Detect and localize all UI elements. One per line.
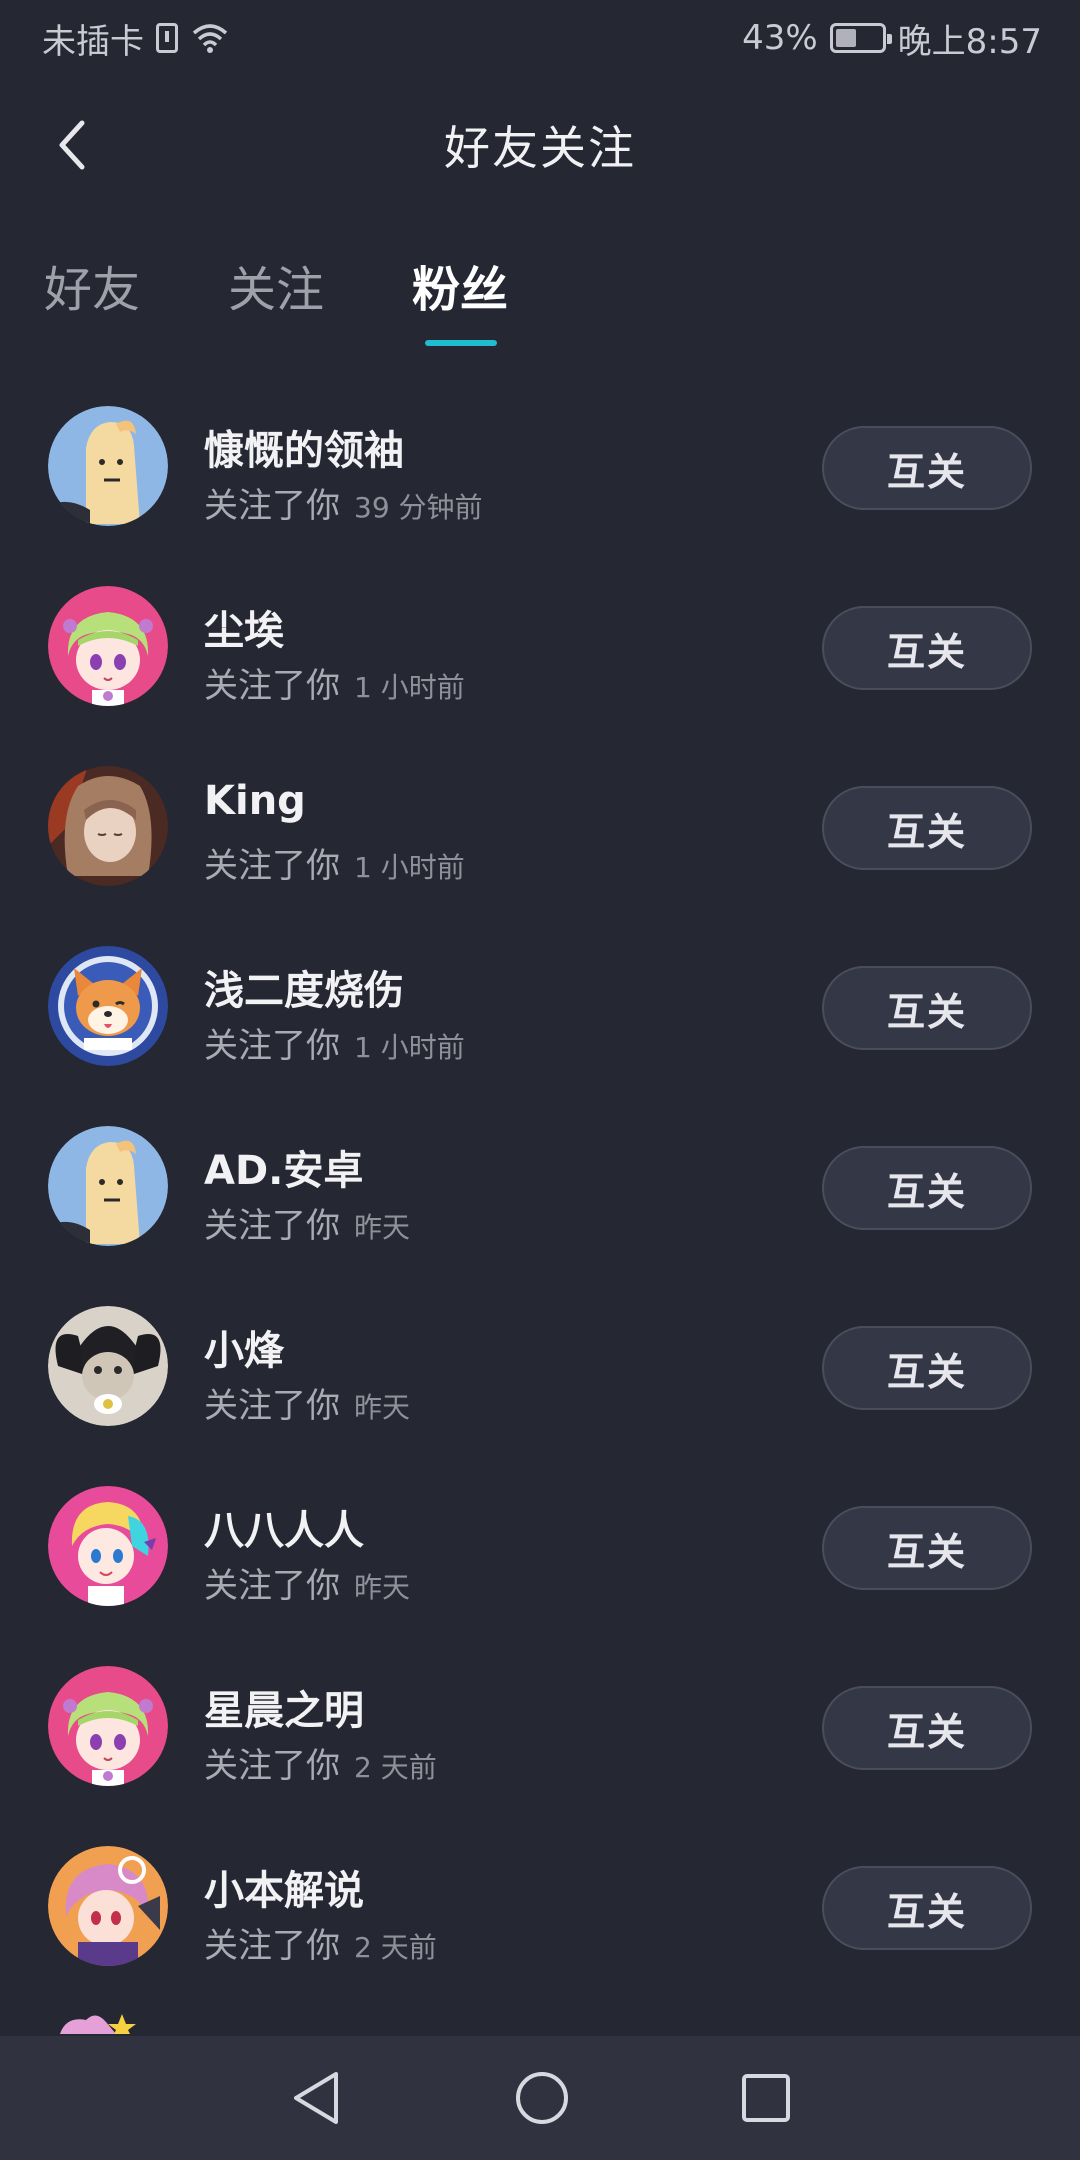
status-left: 未插卡 [42,14,230,63]
user-name: King [204,778,306,824]
active-tab-indicator [425,340,497,346]
follow-meta: 关注了你 39 分钟前 [204,478,483,527]
list-item[interactable]: 星晨之明 关注了你 2 天前 互关 [0,1650,1080,1830]
user-name: 小烽 [204,1328,284,1374]
follow-time: 昨天 [354,1391,411,1424]
follow-back-button[interactable]: 互关 [822,1686,1032,1770]
wifi-icon [192,24,228,53]
back-triangle-icon[interactable] [288,2068,344,2128]
follow-meta: 关注了你 1 小时前 [204,658,465,707]
avatar[interactable] [48,1846,168,1966]
follow-time: 1 小时前 [354,1031,465,1064]
follow-time: 1 小时前 [354,671,465,704]
tab-following[interactable]: 关注 [228,250,324,320]
list-item[interactable]: 小烽 关注了你 昨天 互关 [0,1290,1080,1470]
system-nav-bar [0,2036,1080,2160]
recents-square-icon[interactable] [740,2072,792,2124]
user-name: 尘埃 [204,608,284,654]
avatar[interactable] [48,1666,168,1786]
status-bar: 未插卡 43% 晚上8:57 [0,0,1080,76]
header: 好友关注 [0,90,1080,200]
follow-meta: 关注了你 昨天 [204,1198,410,1247]
list-item[interactable]: 浅二度烧伤 关注了你 1 小时前 互关 [0,930,1080,1110]
home-circle-icon[interactable] [514,2070,570,2126]
user-name: 小本解说 [204,1868,364,1914]
follow-meta: 关注了你 昨天 [204,1378,410,1427]
follow-action: 关注了你 [204,486,340,526]
follow-time: 昨天 [354,1571,411,1604]
follow-action: 关注了你 [204,1026,340,1066]
follow-action: 关注了你 [204,1206,340,1246]
follow-meta: 关注了你 2 天前 [204,1918,437,1967]
follow-time: 昨天 [354,1211,411,1244]
follow-action: 关注了你 [204,666,340,706]
battery-icon [829,23,892,53]
follow-back-button[interactable]: 互关 [822,1506,1032,1590]
list-item[interactable]: 小本解说 关注了你 2 天前 互关 [0,1830,1080,2010]
follow-meta: 关注了你 昨天 [204,1558,410,1607]
carrier-label: 未插卡 [42,21,144,62]
follow-time: 2 天前 [354,1751,437,1784]
avatar[interactable] [48,1306,168,1426]
avatar[interactable] [48,406,168,526]
follow-back-button[interactable]: 互关 [822,786,1032,870]
battery-percent: 43% [742,18,818,58]
avatar [56,2010,146,2034]
avatar[interactable] [48,1486,168,1606]
follow-back-button[interactable]: 互关 [822,966,1032,1050]
list-item[interactable]: 八八人人 关注了你 昨天 互关 [0,1470,1080,1650]
status-right: 43% 晚上8:57 [742,14,1042,63]
follow-back-button[interactable]: 互关 [822,1866,1032,1950]
avatar[interactable] [48,586,168,706]
follow-time: 39 分钟前 [354,491,483,524]
follow-meta: 关注了你 1 小时前 [204,1018,465,1067]
follow-back-button[interactable]: 互关 [822,1146,1032,1230]
follow-back-button[interactable]: 互关 [822,1326,1032,1410]
clock: 晚上8:57 [897,21,1042,62]
tab-fans[interactable]: 粉丝 [412,250,508,320]
user-name: 八八人人 [204,1508,364,1554]
user-name: 慷慨的领袖 [204,428,404,474]
follow-action: 关注了你 [204,1386,340,1426]
follow-action: 关注了你 [204,846,340,886]
tab-friends[interactable]: 好友 [44,250,140,320]
follow-back-button[interactable]: 互关 [822,426,1032,510]
follow-meta: 关注了你 1 小时前 [204,838,465,887]
follow-meta: 关注了你 2 天前 [204,1738,437,1787]
tab-bar: 好友 关注 粉丝 [0,240,1080,350]
avatar[interactable] [48,1126,168,1246]
list-item[interactable]: King 关注了你 1 小时前 互关 [0,750,1080,930]
list-item[interactable]: 慷慨的领袖 关注了你 39 分钟前 互关 [0,390,1080,570]
user-name: 浅二度烧伤 [204,968,404,1014]
page-title: 好友关注 [444,121,636,175]
avatar[interactable] [48,766,168,886]
user-name: 星晨之明 [204,1688,364,1734]
follow-time: 2 天前 [354,1931,437,1964]
sim-card-icon [156,23,178,53]
follow-action: 关注了你 [204,1746,340,1786]
list-item[interactable]: 尘埃 关注了你 1 小时前 互关 [0,570,1080,750]
avatar[interactable] [48,946,168,1066]
follow-action: 关注了你 [204,1566,340,1606]
user-name: AD.安卓 [204,1148,364,1194]
follow-back-button[interactable]: 互关 [822,606,1032,690]
back-button[interactable] [36,110,106,180]
follow-time: 1 小时前 [354,851,465,884]
follow-action: 关注了你 [204,1926,340,1966]
chevron-left-icon [59,120,85,170]
list-item[interactable]: AD.安卓 关注了你 昨天 互关 [0,1110,1080,1290]
fans-list: 慷慨的领袖 关注了你 39 分钟前 互关 尘埃 关注了你 1 小时前 互关 Ki… [0,390,1080,2010]
